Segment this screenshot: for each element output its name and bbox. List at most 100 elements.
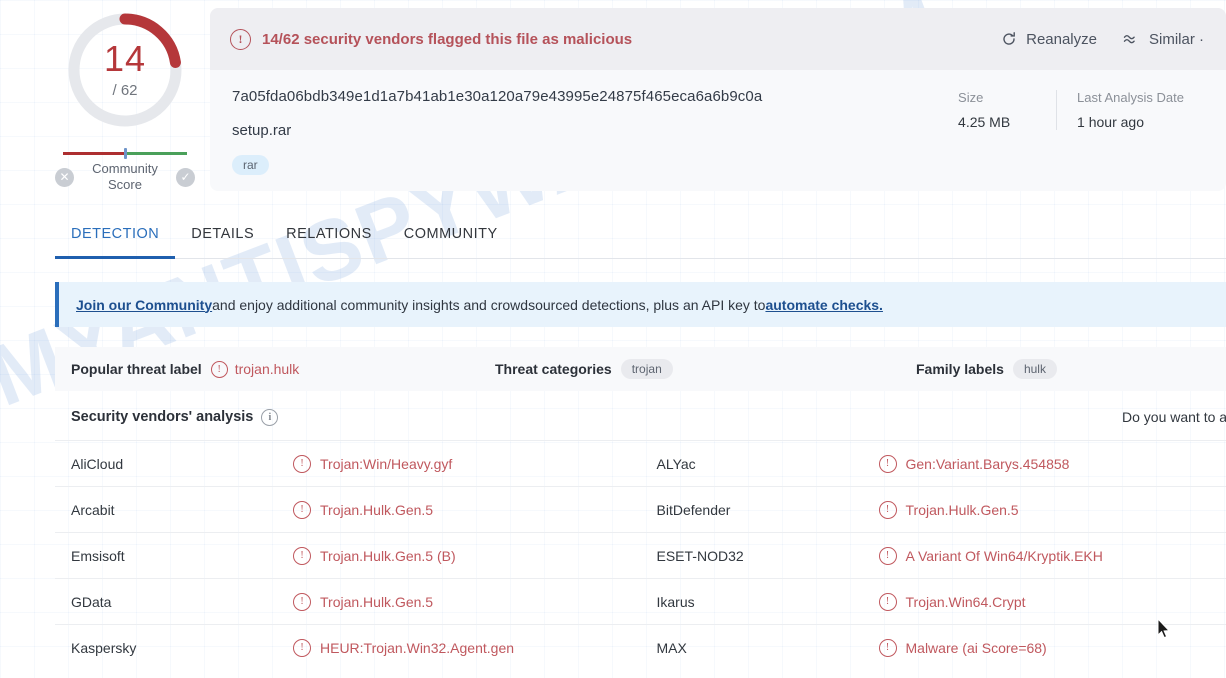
exclamation-circle-icon: !	[878, 546, 897, 565]
detection-count: 14	[103, 38, 147, 79]
vendor-name: MAX	[656, 639, 687, 656]
security-vendors-title-group: Security vendors' analysis i	[71, 408, 279, 426]
vendor-name: Kaspersky	[71, 639, 137, 656]
table-row: Emsisoft ! Trojan.Hulk.Gen.5 (B) ESET-NO…	[55, 532, 1226, 578]
vendor-name: BitDefender	[656, 501, 731, 518]
vendor-cell: Ikarus ! Trojan.Win64.Crypt	[641, 579, 1226, 624]
similar-label: Similar ·	[1149, 30, 1204, 48]
vendor-result-text: Trojan.Hulk.Gen.5	[320, 593, 434, 610]
automate-prompt-text: Do you want to au	[1122, 409, 1226, 425]
file-details-body: 7a05fda06bdb349e1d1a7b41ab1e30a120a79e43…	[210, 70, 1226, 191]
vendor-result-text: HEUR:Trojan.Win32.Agent.gen	[320, 639, 515, 656]
vendor-name: AliCloud	[71, 455, 124, 472]
exclamation-circle-icon: !	[210, 360, 228, 378]
vendor-result-text: Trojan.Hulk.Gen.5 (B)	[320, 547, 456, 564]
detection-alert-bar: ! 14/62 security vendors flagged this fi…	[210, 8, 1226, 70]
file-identity: 7a05fda06bdb349e1d1a7b41ab1e30a120a79e43…	[232, 88, 938, 175]
vendor-result[interactable]: ! Malware (ai Score=68)	[878, 638, 1047, 657]
community-score-row: ✕ Community Score ✓	[55, 161, 195, 194]
tab-community[interactable]: COMMUNITY	[388, 216, 514, 259]
join-community-banner: Join our Community and enjoy additional …	[55, 282, 1226, 327]
last-analysis-value: 1 hour ago	[1077, 114, 1144, 130]
vendor-result-text: Gen:Variant.Barys.454858	[905, 455, 1070, 472]
vendor-name: Ikarus	[656, 593, 695, 610]
security-vendors-header: Security vendors' analysis i Do you want…	[55, 399, 1226, 435]
last-analysis-label: Last Analysis Date	[1077, 90, 1184, 105]
detection-ratio-donut: 14 / 62	[63, 8, 187, 132]
vendor-result[interactable]: ! Trojan.Hulk.Gen.5	[878, 500, 1019, 519]
popular-threat-label-cell: Popular threat label ! trojan.hulk	[71, 360, 300, 378]
table-row: Kaspersky ! HEUR:Trojan.Win32.Agent.gen …	[55, 624, 1226, 670]
vendor-cell: MAX ! Malware (ai Score=68)	[641, 625, 1226, 670]
threat-category-pill[interactable]: trojan	[620, 359, 673, 379]
exclamation-circle-icon: !	[878, 638, 897, 657]
exclamation-circle-icon: !	[230, 28, 251, 50]
vendor-result[interactable]: ! A Variant Of Win64/Kryptik.EKH	[878, 546, 1103, 565]
vendor-result-text: Trojan.Hulk.Gen.5	[905, 501, 1019, 518]
reanalyze-label: Reanalyze	[1026, 30, 1097, 48]
threat-summary-strip: Popular threat label ! trojan.hulk Threa…	[55, 347, 1226, 391]
vendor-result-text: Malware (ai Score=68)	[905, 639, 1047, 656]
threat-categories-key: Threat categories	[495, 361, 612, 377]
file-size-value: 4.25 MB	[958, 114, 1011, 130]
popular-threat-label-key: Popular threat label	[71, 361, 202, 377]
vendor-result[interactable]: ! Trojan.Hulk.Gen.5	[293, 592, 434, 611]
file-meta: Size 4.25 MB Last Analysis Date 1 hour a…	[938, 88, 1204, 175]
vendor-result-text: Trojan.Hulk.Gen.5	[320, 501, 434, 518]
close-circle-icon[interactable]: ✕	[55, 167, 74, 187]
family-labels-cell: Family labels hulk	[916, 359, 1057, 379]
exclamation-circle-icon: !	[293, 592, 311, 611]
report-tabs: DETECTION DETAILS RELATIONS COMMUNITY	[55, 216, 1226, 259]
tab-relations[interactable]: RELATIONS	[270, 216, 388, 259]
vendor-cell: GData ! Trojan.Hulk.Gen.5	[55, 579, 641, 624]
vendor-name: Emsisoft	[71, 547, 125, 564]
community-score-bar	[63, 148, 187, 159]
file-size-meta: Size 4.25 MB	[938, 90, 1056, 130]
vendor-name: ESET-NOD32	[656, 547, 744, 564]
detection-alert-text: 14/62 security vendors flagged this file…	[262, 30, 633, 48]
vendor-result[interactable]: ! Gen:Variant.Barys.454858	[878, 454, 1070, 473]
table-row: Arcabit ! Trojan.Hulk.Gen.5 BitDefender …	[55, 486, 1226, 532]
tab-detection[interactable]: DETECTION	[55, 216, 176, 259]
vendor-result[interactable]: ! HEUR:Trojan.Win32.Agent.gen	[293, 638, 515, 657]
vendor-result[interactable]: ! Trojan.Hulk.Gen.5	[293, 500, 434, 519]
vendor-result[interactable]: ! Trojan.Win64.Crypt	[878, 592, 1026, 611]
vendor-cell: Emsisoft ! Trojan.Hulk.Gen.5 (B)	[55, 533, 641, 578]
security-vendors-table: AliCloud ! Trojan:Win/Heavy.gyf ALYac ! …	[55, 440, 1226, 670]
popular-threat-label-value[interactable]: trojan.hulk	[235, 361, 300, 377]
family-label-pill[interactable]: hulk	[1012, 359, 1057, 379]
community-score-marker	[123, 148, 127, 159]
last-analysis-meta: Last Analysis Date 1 hour ago	[1056, 90, 1204, 130]
exclamation-circle-icon: !	[293, 500, 311, 519]
join-community-link[interactable]: Join our Community	[76, 297, 212, 313]
file-type-tag[interactable]: rar	[232, 155, 269, 175]
vendor-result-text: Trojan:Win/Heavy.gyf	[320, 455, 453, 472]
file-tags: rar	[232, 155, 938, 175]
table-row: AliCloud ! Trojan:Win/Heavy.gyf ALYac ! …	[55, 440, 1226, 486]
automate-checks-link[interactable]: automate checks.	[765, 297, 883, 313]
vendor-cell: BitDefender ! Trojan.Hulk.Gen.5	[641, 487, 1226, 532]
file-name: setup.rar	[232, 122, 292, 139]
vendor-result-text: Trojan.Win64.Crypt	[905, 593, 1026, 610]
tab-details[interactable]: DETAILS	[175, 216, 270, 259]
exclamation-circle-icon: !	[293, 546, 311, 565]
reanalyze-button[interactable]: Reanalyze	[1001, 31, 1097, 48]
vendor-cell: Arcabit ! Trojan.Hulk.Gen.5	[55, 487, 641, 532]
virustotal-report-page: MYANTISPYWARE.COM 14 / 62 ✕ Community Sc…	[0, 0, 1226, 678]
exclamation-circle-icon: !	[878, 500, 897, 519]
banner-middle-text: and enjoy additional community insights …	[212, 296, 766, 313]
check-circle-icon[interactable]: ✓	[176, 167, 195, 187]
donut-center-labels: 14 / 62	[63, 8, 187, 132]
vendor-result-text: A Variant Of Win64/Kryptik.EKH	[905, 547, 1103, 564]
refresh-icon	[1001, 31, 1017, 47]
community-bar-negative	[63, 152, 125, 155]
file-hash[interactable]: 7a05fda06bdb349e1d1a7b41ab1e30a120a79e43…	[232, 88, 938, 105]
similar-icon	[1123, 32, 1140, 46]
detection-score-panel: 14 / 62 ✕ Community Score ✓	[55, 8, 195, 194]
vendor-result[interactable]: ! Trojan.Hulk.Gen.5 (B)	[293, 546, 456, 565]
community-score-label-line1: Community	[92, 161, 158, 176]
info-circle-icon[interactable]: i	[261, 408, 279, 426]
vendor-cell: AliCloud ! Trojan:Win/Heavy.gyf	[55, 441, 641, 486]
vendor-result[interactable]: ! Trojan:Win/Heavy.gyf	[293, 454, 453, 473]
similar-button[interactable]: Similar ·	[1123, 31, 1204, 48]
